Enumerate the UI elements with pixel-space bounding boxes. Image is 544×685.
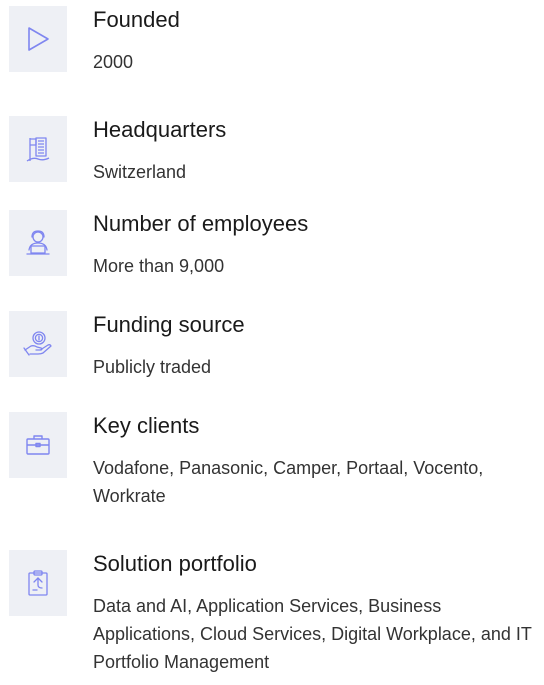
clipboard-icon	[9, 550, 67, 616]
fact-value: Vodafone, Panasonic, Camper, Portaal, Vo…	[93, 458, 484, 506]
building-flag-icon	[9, 116, 67, 182]
fact-title: Headquarters	[93, 117, 227, 142]
fact-value: Data and AI, Application Services, Busin…	[93, 596, 532, 672]
fact-title: Funding source	[93, 312, 245, 337]
fact-value: Switzerland	[93, 162, 187, 182]
fact-value: Publicly traded	[93, 357, 212, 377]
company-facts-list: Founded 2000 Headquarters Switzerland Nu…	[0, 0, 544, 685]
fact-value: More than 9,000	[93, 256, 225, 276]
play-triangle-icon	[9, 6, 67, 72]
fact-value: 2000	[93, 52, 134, 72]
fact-title: Founded	[93, 7, 180, 32]
hand-coin-icon	[9, 311, 67, 377]
employee-laptop-icon	[9, 210, 67, 276]
briefcase-icon	[9, 412, 67, 478]
fact-title: Key clients	[93, 413, 200, 438]
fact-title: Solution portfolio	[93, 551, 257, 576]
fact-title: Number of employees	[93, 211, 309, 236]
